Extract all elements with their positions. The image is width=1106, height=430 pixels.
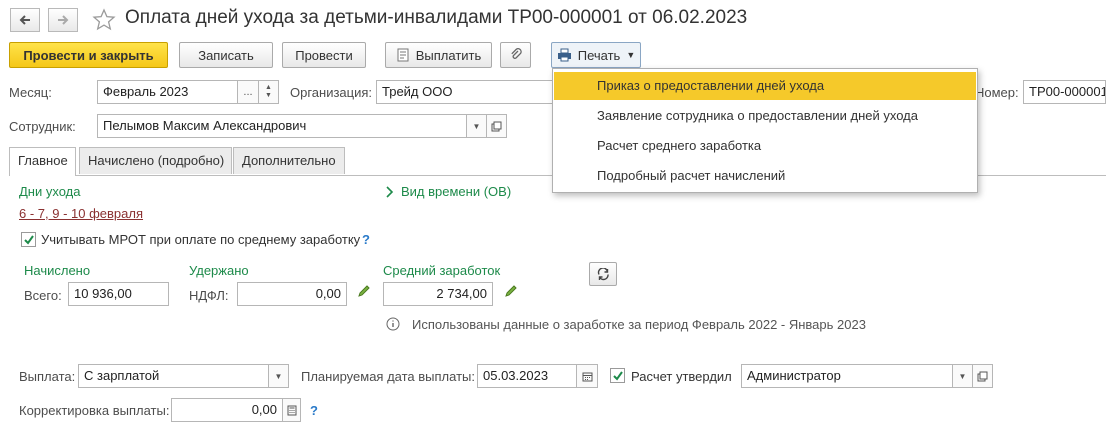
planned-date-label: Планируемая дата выплаты: <box>301 369 475 384</box>
post-button[interactable]: Провести <box>282 42 366 68</box>
menu-item-employee-application[interactable]: Заявление сотрудника о предоставлении дн… <box>554 102 976 130</box>
info-icon <box>386 317 400 331</box>
page-title: Оплата дней ухода за детьми-инвалидами Т… <box>125 7 748 28</box>
month-select-button[interactable]: ... <box>237 80 259 104</box>
open-window-icon <box>491 121 502 131</box>
chevron-down-icon: ▼ <box>472 121 481 131</box>
correction-field[interactable]: 0,00 <box>171 398 283 422</box>
care-days-label: Дни ухода <box>19 184 81 199</box>
month-label: Месяц: <box>9 85 52 100</box>
pay-button[interactable]: Выплатить <box>385 42 492 68</box>
number-label: Номер: <box>975 85 1019 100</box>
info-text: Использованы данные о заработке за перио… <box>412 317 866 332</box>
month-field[interactable]: Февраль 2023 <box>97 80 238 104</box>
menu-item-care-days-order[interactable]: Приказ о предоставлении дней ухода <box>554 72 976 100</box>
planned-date-field[interactable]: 05.03.2023 <box>477 364 577 388</box>
forward-button[interactable] <box>48 8 78 32</box>
print-button[interactable]: Печать ▼ <box>551 42 641 68</box>
print-button-label: Печать <box>577 47 621 63</box>
time-type-label: Вид времени (ОВ) <box>401 184 512 199</box>
correction-label: Корректировка выплаты: <box>19 403 170 418</box>
approved-by-field[interactable]: Администратор <box>741 364 953 388</box>
open-window-icon <box>977 371 988 381</box>
organization-field[interactable]: Трейд ООО <box>376 80 554 104</box>
menu-item-detailed-accruals[interactable]: Подробный расчет начислений <box>554 162 976 190</box>
approved-dropdown-button[interactable]: ▼ <box>952 364 973 388</box>
employee-field[interactable]: Пелымов Максим Александрович <box>97 114 467 138</box>
calculator-button[interactable] <box>282 398 301 422</box>
payment-dropdown-button[interactable]: ▼ <box>268 364 289 388</box>
average-earnings-label: Средний заработок <box>383 263 501 278</box>
calculator-icon <box>287 405 296 415</box>
approved-label: Расчет утвердил <box>631 369 732 384</box>
checkmark-icon <box>23 234 34 245</box>
back-button[interactable] <box>10 8 40 32</box>
employee-dropdown-button[interactable]: ▼ <box>466 114 487 138</box>
tab-main[interactable]: Главное <box>9 147 76 175</box>
active-tab-gap <box>10 175 75 176</box>
arrow-left-icon <box>19 15 30 25</box>
checkmark-icon <box>612 370 623 381</box>
organization-label: Организация: <box>290 85 373 100</box>
calendar-button[interactable] <box>576 364 598 388</box>
document-icon <box>396 48 410 62</box>
chevron-up-icon[interactable]: ▲ <box>265 84 272 92</box>
chevron-down-icon[interactable]: ▼ <box>265 92 272 100</box>
chevron-down-icon: ▼ <box>274 371 283 381</box>
tab-additional[interactable]: Дополнительно <box>233 147 345 174</box>
chevron-right-icon <box>386 185 394 198</box>
chevron-down-icon: ▼ <box>626 50 636 60</box>
total-label: Всего: <box>24 288 62 303</box>
arrow-right-icon <box>58 15 69 25</box>
menu-item-average-earnings[interactable]: Расчет среднего заработка <box>554 132 976 160</box>
pencil-icon[interactable] <box>504 284 518 298</box>
save-button[interactable]: Записать <box>179 42 273 68</box>
pay-button-label: Выплатить <box>415 47 482 63</box>
help-icon[interactable]: ? <box>310 403 318 418</box>
print-menu: Приказ о предоставлении дней ухода Заявл… <box>552 68 978 193</box>
help-icon[interactable]: ? <box>362 232 370 247</box>
number-field[interactable]: ТР00-000001 <box>1023 80 1106 104</box>
employee-label: Сотрудник: <box>9 119 76 134</box>
attach-button[interactable] <box>500 42 531 68</box>
tab-accrued-detailed[interactable]: Начислено (подробно) <box>79 147 232 174</box>
paperclip-icon <box>510 48 522 59</box>
refresh-button[interactable] <box>589 262 617 286</box>
printer-icon <box>557 48 572 62</box>
ndfl-field[interactable]: 0,00 <box>237 282 347 306</box>
employee-open-button[interactable] <box>486 114 507 138</box>
favorite-star-icon[interactable] <box>92 8 116 32</box>
total-field[interactable]: 10 936,00 <box>68 282 169 306</box>
approved-open-button[interactable] <box>972 364 993 388</box>
month-stepper[interactable]: ▲ ▼ <box>258 80 279 104</box>
post-and-close-button[interactable]: Провести и закрыть <box>9 42 168 68</box>
pencil-icon[interactable] <box>357 284 371 298</box>
approved-checkbox[interactable] <box>610 368 625 383</box>
withheld-label: Удержано <box>189 263 249 278</box>
accrued-label: Начислено <box>24 263 91 278</box>
ndfl-label: НДФЛ: <box>189 288 229 303</box>
care-days-link[interactable]: 6 - 7, 9 - 10 февраля <box>19 206 143 221</box>
payment-field[interactable]: С зарплатой <box>78 364 269 388</box>
chevron-down-icon: ▼ <box>958 371 967 381</box>
time-type-link[interactable]: Вид времени (ОВ) <box>385 184 511 199</box>
mrot-checkbox[interactable] <box>21 232 36 247</box>
calendar-icon <box>582 372 592 381</box>
mrot-label: Учитывать МРОТ при оплате по среднему за… <box>41 232 361 247</box>
payment-label: Выплата: <box>19 369 76 384</box>
average-earnings-field[interactable]: 2 734,00 <box>383 282 493 306</box>
refresh-icon <box>597 267 609 280</box>
